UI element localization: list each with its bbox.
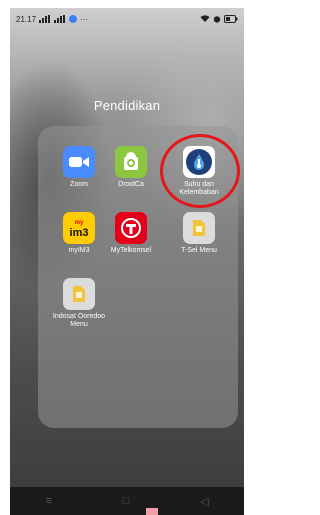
folder-title: Pendidikan	[93, 98, 161, 113]
signal-icon-2	[54, 15, 66, 23]
alarm-icon	[213, 16, 221, 23]
app-label: T-Sel Menu	[181, 247, 217, 254]
app-label: MyTelkomsel	[110, 247, 152, 254]
app-label: Zoom	[70, 181, 88, 188]
app-zoom[interactable]: Zoom	[52, 146, 106, 189]
myim3-icon: my im3	[63, 212, 95, 244]
navigation-bar: ≡ □ ◁	[10, 487, 244, 515]
mytelkomsel-icon	[115, 212, 147, 244]
status-right	[200, 15, 238, 23]
clock: 21.17	[16, 14, 37, 24]
sim-card-icon	[183, 212, 215, 244]
menu-button[interactable]: ≡	[45, 495, 51, 507]
signal-icon	[39, 15, 51, 23]
app-indosat-ooredoo-menu[interactable]: Indosat Ooredoo Menu	[52, 278, 106, 329]
back-button[interactable]: ◁	[200, 495, 208, 508]
highlight-circle	[160, 134, 240, 208]
zoom-icon	[63, 146, 95, 178]
notification-overflow: ···	[80, 14, 89, 24]
app-myim3[interactable]: my im3 myIM3	[52, 212, 106, 255]
home-button[interactable]: □	[123, 495, 130, 507]
status-left: 21.17 ···	[16, 15, 88, 24]
battery-icon	[224, 15, 238, 23]
app-mytelkomsel[interactable]: MyTelkomsel	[104, 212, 158, 255]
app-label: myIM3	[68, 247, 90, 254]
phone-screen: 21.17 ··· Pendidikan Zoom DroidCa Suhu d…	[10, 8, 244, 515]
app-tsel-menu[interactable]: T-Sel Menu	[172, 212, 226, 255]
red-mark	[146, 508, 158, 515]
status-bar: 21.17 ···	[10, 8, 244, 30]
sim-card-icon	[63, 278, 95, 310]
droidcam-icon	[115, 146, 147, 178]
app-label: DroidCa	[118, 181, 144, 188]
app-droidcam[interactable]: DroidCa	[104, 146, 158, 189]
app-label: Indosat Ooredoo Menu	[52, 313, 106, 328]
wifi-icon	[200, 15, 210, 22]
notification-app-icon	[69, 15, 78, 23]
